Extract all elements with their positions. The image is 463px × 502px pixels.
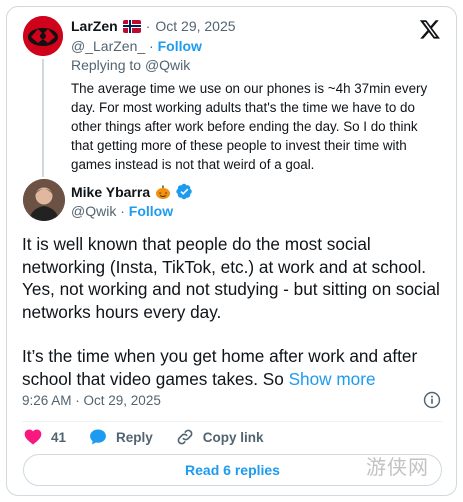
parent-tweet-header: LarZen · Oct 29, 2025 <box>71 18 236 34</box>
copy-link-button[interactable]: Copy link <box>175 427 264 447</box>
mike-ybarra-avatar[interactable] <box>23 179 65 221</box>
like-count: 41 <box>51 429 67 445</box>
tweet-timestamp[interactable]: 9:26 AM · Oct 29, 2025 <box>22 393 161 408</box>
parent-handle-row: @_LarZen_ · Follow <box>71 38 202 54</box>
thread-connector-line <box>42 59 44 177</box>
parent-tweet-text: The average time we use on our phones is… <box>71 81 428 172</box>
tweet-paragraph-2: It’s the time when you get home after wo… <box>22 345 452 390</box>
replying-to-handle[interactable]: @Qwik <box>145 57 190 73</box>
divider <box>22 421 443 422</box>
copy-link-label: Copy link <box>202 429 264 445</box>
link-icon <box>177 429 193 445</box>
norway-flag-icon <box>122 19 141 33</box>
reply-bubble-icon <box>90 429 106 445</box>
heart-icon <box>24 429 42 445</box>
pumpkin-icon <box>156 185 171 199</box>
main-tweet-text: It is well known that people do the most… <box>22 233 452 412</box>
main-author-name[interactable]: Mike Ybarra <box>71 184 150 200</box>
parent-follow-button[interactable]: Follow <box>158 38 202 54</box>
parent-author-handle[interactable]: @_LarZen_ <box>71 38 145 54</box>
separator-dot: · <box>149 38 158 54</box>
main-follow-button[interactable]: Follow <box>129 203 173 219</box>
reply-button[interactable]: Reply <box>88 427 153 447</box>
separator-dot: · <box>145 18 151 34</box>
site-watermark: 游侠网 <box>366 455 429 479</box>
replying-to-line: Replying to @Qwik <box>71 57 190 73</box>
tweet-card: LarZen · Oct 29, 2025 @_LarZen_ · Follow… <box>6 6 457 496</box>
replying-to-label: Replying to <box>71 57 142 73</box>
larzen-avatar[interactable] <box>23 16 63 56</box>
tweet-paragraph-1: It is well known that people do the most… <box>22 234 440 322</box>
main-author-handle[interactable]: @Qwik <box>71 203 116 219</box>
show-more-link[interactable]: Show more <box>289 369 376 389</box>
main-handle-row: @Qwik · Follow <box>71 203 173 219</box>
main-tweet-header: Mike Ybarra <box>71 183 193 200</box>
reply-label: Reply <box>116 429 153 445</box>
like-button[interactable]: 41 <box>23 427 66 447</box>
x-logo-icon[interactable] <box>419 18 441 40</box>
parent-tweet-date[interactable]: Oct 29, 2025 <box>155 18 235 34</box>
separator-dot: · <box>120 203 129 219</box>
info-icon[interactable] <box>423 391 441 409</box>
verified-badge-icon <box>176 183 192 200</box>
tweet-actions-bar: 41 Reply Copy link <box>23 427 286 447</box>
parent-author-name[interactable]: LarZen <box>71 18 118 34</box>
